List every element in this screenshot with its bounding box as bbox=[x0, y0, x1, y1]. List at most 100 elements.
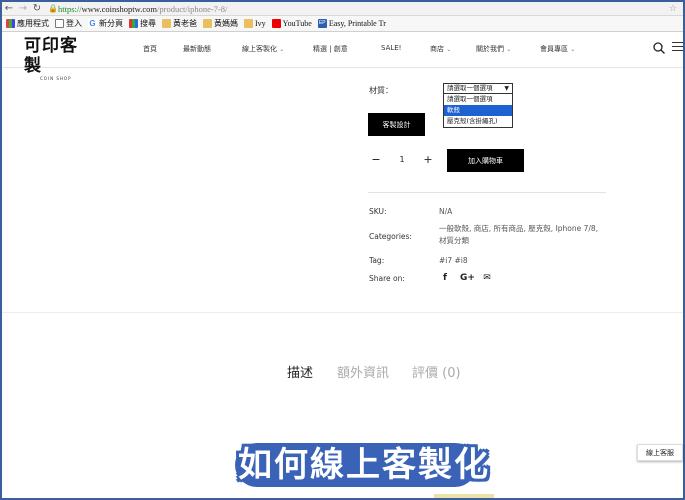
site-header: 可印客製 COIN SHOP 首頁 最新動態 線上客製化 ⌄ 精選 | 創意 S… bbox=[2, 32, 683, 81]
bookmark-folder-dad[interactable]: 黃老爸 bbox=[162, 18, 197, 29]
material-option[interactable]: 請選取一個選項 bbox=[444, 94, 512, 105]
nav-label: 會員專區 bbox=[540, 45, 568, 53]
share-label: Share on: bbox=[369, 274, 405, 283]
banner-char: 如 bbox=[238, 445, 272, 485]
nav-member[interactable]: 會員專區 ⌄ bbox=[540, 44, 575, 54]
facebook-icon[interactable]: f bbox=[439, 273, 451, 283]
email-icon[interactable]: ✉ bbox=[481, 273, 493, 283]
tab-reviews[interactable]: 評價 (0) bbox=[412, 362, 461, 381]
search-icon[interactable] bbox=[652, 41, 666, 55]
banner-char: 化 bbox=[454, 445, 488, 485]
banner-char: 線 bbox=[310, 445, 344, 485]
url-field[interactable]: 🔒 https:// www.coinshoptw.com /product/i… bbox=[48, 4, 227, 14]
categories-value[interactable]: 一般軟殼, 商店, 所有商品, 壓克殼, Iphone 7/8, 材質分類 bbox=[439, 223, 607, 247]
bookmark-newtab[interactable]: G 新分頁 bbox=[88, 18, 123, 29]
nav-featured[interactable]: 精選 | 創意 bbox=[313, 44, 348, 54]
tab-description[interactable]: 描述 bbox=[287, 362, 313, 381]
material-label: 材質： bbox=[369, 86, 393, 95]
page-icon bbox=[55, 19, 64, 28]
tag-value[interactable]: #i7 #i8 bbox=[439, 256, 468, 265]
search-engine-icon bbox=[129, 19, 138, 28]
material-select-box[interactable]: 請選取一個選項 ▼ bbox=[443, 83, 513, 94]
folder-icon bbox=[203, 19, 212, 28]
forward-icon[interactable]: → bbox=[16, 2, 30, 16]
site-logo[interactable]: 可印客製 COIN SHOP bbox=[24, 36, 88, 81]
bookmark-folder-ivy[interactable]: Ivy bbox=[244, 19, 266, 28]
section-divider bbox=[2, 312, 683, 313]
folder-icon bbox=[162, 19, 171, 28]
material-option-highlighted[interactable]: 軟殼 bbox=[444, 105, 512, 116]
banner-char: 何 bbox=[274, 445, 308, 485]
nav-label: 商店 bbox=[430, 45, 444, 53]
nav-shop[interactable]: 商店 ⌄ bbox=[430, 44, 451, 54]
banner-char: 上 bbox=[346, 445, 380, 485]
bookmark-label: 黃媽媽 bbox=[214, 19, 238, 28]
categories-label: Categories: bbox=[369, 232, 412, 241]
material-options-list: 請選取一個選項 軟殼 壓克殼(含掛繩孔) bbox=[443, 94, 513, 128]
bookmark-label: 搜尋 bbox=[140, 19, 156, 28]
url-scheme: https:// bbox=[58, 3, 82, 14]
custom-design-button[interactable]: 客製設計 bbox=[368, 113, 425, 136]
nav-label: 關於我們 bbox=[476, 45, 504, 53]
bookmark-star-icon[interactable]: ☆ bbox=[669, 4, 677, 14]
nav-about[interactable]: 關於我們 ⌄ bbox=[476, 44, 511, 54]
logo-text: 可印客製 bbox=[24, 36, 78, 76]
back-icon[interactable]: ← bbox=[2, 2, 16, 16]
chevron-down-icon: ⌄ bbox=[506, 46, 512, 53]
bookmark-label: 應用程式 bbox=[17, 19, 49, 28]
bookmark-folder-mom[interactable]: 黃媽媽 bbox=[203, 18, 238, 29]
nav-label: SALE! bbox=[381, 44, 402, 52]
ep-icon: EP bbox=[317, 19, 327, 28]
divider bbox=[368, 192, 606, 193]
bookmark-apps[interactable]: 應用程式 bbox=[6, 18, 49, 29]
nav-label: 精選 | 創意 bbox=[313, 45, 348, 53]
bookmark-label: 登入 bbox=[66, 19, 82, 28]
tag-label: Tag: bbox=[369, 256, 385, 265]
chevron-down-icon: ⌄ bbox=[279, 46, 285, 53]
nav-label: 最新動態 bbox=[183, 45, 211, 53]
add-to-cart-button[interactable]: 加入購物車 bbox=[447, 149, 524, 172]
bookmarks-bar: 應用程式 登入 G 新分頁 搜尋 黃老爸 黃媽媽 Ivy YouTube EP Ea… bbox=[2, 16, 683, 32]
bookmark-label: Ivy bbox=[255, 19, 266, 28]
nav-customize[interactable]: 線上客製化 ⌄ bbox=[242, 44, 284, 54]
material-selected-value: 請選取一個選項 bbox=[447, 84, 493, 92]
material-option[interactable]: 壓克殼(含掛繩孔) bbox=[444, 116, 512, 127]
bookmark-youtube[interactable]: YouTube bbox=[271, 19, 312, 28]
material-select[interactable]: 請選取一個選項 ▼ 請選取一個選項 軟殼 壓克殼(含掛繩孔) bbox=[443, 83, 513, 128]
online-service-button[interactable]: 線上客服 bbox=[637, 444, 683, 461]
folder-icon bbox=[244, 19, 253, 28]
banner-title: 如 何 線 上 客 製 化 bbox=[237, 438, 489, 492]
dropdown-arrow-icon: ▼ bbox=[504, 85, 509, 92]
sku-label: SKU: bbox=[369, 207, 387, 216]
tab-additional-info[interactable]: 額外資訊 bbox=[337, 362, 389, 381]
youtube-icon bbox=[271, 19, 281, 28]
nav-sale[interactable]: SALE! bbox=[381, 44, 402, 52]
nav-label: 首頁 bbox=[143, 45, 157, 53]
nav-home[interactable]: 首頁 bbox=[143, 44, 157, 54]
bookmark-search[interactable]: 搜尋 bbox=[129, 18, 156, 29]
bookmark-label: 黃老爸 bbox=[173, 19, 197, 28]
logo-subtext: COIN SHOP bbox=[40, 76, 72, 81]
quantity-decrease-button[interactable]: − bbox=[370, 153, 382, 166]
bookmark-label: Easy, Printable Tr bbox=[328, 19, 386, 28]
bookmark-login[interactable]: 登入 bbox=[55, 18, 82, 29]
banner-char: 製 bbox=[418, 445, 452, 485]
bookmark-easy-printable[interactable]: EP Easy, Printable Tr bbox=[317, 19, 386, 28]
bookmark-label: 新分頁 bbox=[99, 19, 123, 28]
share-icons: f G+ ✉ bbox=[439, 273, 493, 283]
nav-news[interactable]: 最新動態 bbox=[183, 44, 211, 54]
sku-value: N/A bbox=[439, 207, 453, 216]
apps-grid-icon bbox=[6, 19, 15, 28]
quantity-input[interactable]: 1 bbox=[396, 155, 408, 164]
banner-char: 客 bbox=[382, 445, 416, 485]
url-host: www.coinshoptw.com bbox=[81, 3, 158, 14]
nav-label: 線上客製化 bbox=[242, 45, 277, 53]
bookmark-label: YouTube bbox=[282, 19, 312, 28]
lock-icon: 🔒 bbox=[48, 3, 58, 13]
menu-icon[interactable] bbox=[672, 42, 683, 54]
quantity-increase-button[interactable]: + bbox=[422, 153, 434, 166]
google-plus-icon[interactable]: G+ bbox=[460, 273, 475, 283]
reload-icon[interactable]: ↻ bbox=[30, 2, 44, 16]
decorative-strip bbox=[434, 494, 494, 498]
chevron-down-icon: ⌄ bbox=[570, 46, 576, 53]
